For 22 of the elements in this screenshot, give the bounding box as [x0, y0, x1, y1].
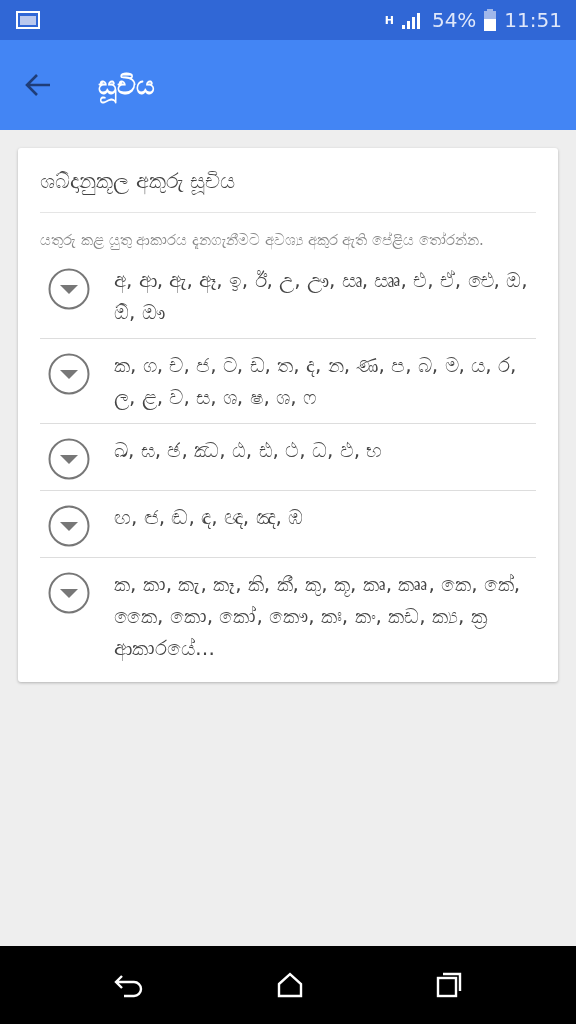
battery-percent: 54%: [431, 7, 477, 34]
clock-time: 11:51: [504, 7, 562, 34]
expand-circle-icon[interactable]: [48, 352, 90, 395]
recent-apps-icon[interactable]: [435, 972, 462, 998]
app-bar-title: සූචිය: [98, 65, 155, 105]
expand-circle-icon[interactable]: [48, 267, 90, 310]
letter-row[interactable]: අ, ආ, ඇ, ඈ, ඉ, ඊ, උ, ඌ, ඍ, ඎ, එ, ඒ, ඓ, ඔ, ඕ, ඖ: [40, 253, 536, 339]
image-notification-icon: [16, 11, 40, 29]
battery-icon: [484, 9, 497, 31]
card-title: ශබ්දානුකූල අකුරු සූචිය: [40, 166, 536, 213]
expand-circle-icon[interactable]: [48, 504, 90, 547]
home-icon[interactable]: [277, 972, 303, 998]
network-type-label: H: [384, 14, 394, 26]
letter-row[interactable]: ක, කා, කැ, කෑ, කි, කී, කු, කූ, කෘ, කෲ, කෙ, කේ, කෛ, කො, කෝ, කෞ, කඃ, කං, කඩ, ක්‍ය, ක්‍ර ආකාරයේ…: [40, 557, 536, 674]
back-arrow-icon[interactable]: [24, 73, 52, 97]
expand-circle-icon[interactable]: [48, 437, 90, 480]
expand-circle-icon[interactable]: [48, 571, 90, 614]
letter-row[interactable]: ඛ, ඝ, ඡ, ඣ, ඨ, ඪ, ථ, ධ, ඵ, භ: [40, 423, 536, 491]
card-description: යතුරු කළ යුතු ආකාරය දැනගැනීමට අවශ්‍ය අකුර ඇති පේළිය තෝරන්න.: [40, 229, 485, 252]
letter-row[interactable]: ක, ග, ච, ජ, ට, ඩ, ත, ද, න, ණ, ප, බ, ම, ය, ර, ල, ළ, ව, ස, ශ, ෂ, ශ, ෆ: [40, 338, 536, 424]
letter-row[interactable]: ඟ, ඦ, ඬ, ඳ, ඥ, ඤ, ඹ: [40, 490, 536, 558]
back-icon[interactable]: [114, 972, 145, 998]
